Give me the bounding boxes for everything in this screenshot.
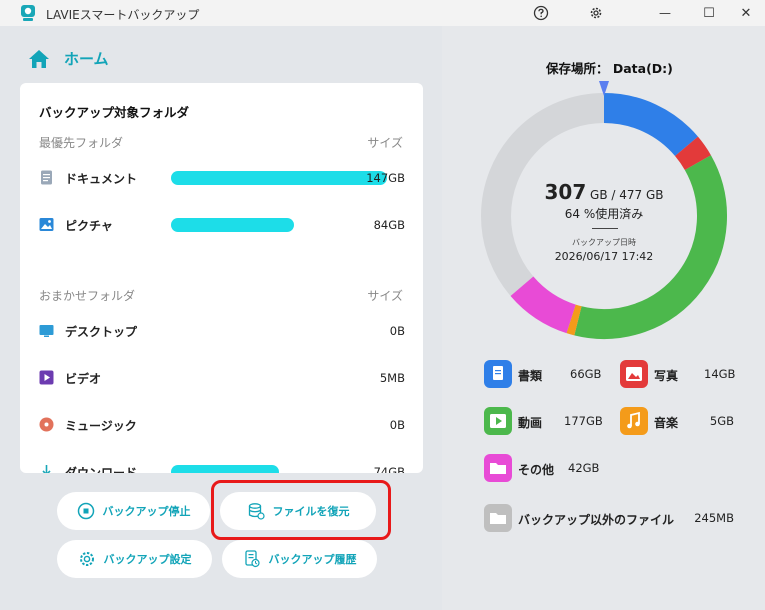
video-icon bbox=[484, 407, 512, 435]
minimize-button[interactable]: — bbox=[655, 3, 675, 23]
donut-segment-4 bbox=[510, 276, 577, 334]
music-folder-icon bbox=[39, 417, 54, 432]
legend-documents: 書類 66GB bbox=[484, 360, 604, 390]
folder-row-desktop[interactable]: デスクトップ 0B bbox=[39, 319, 405, 343]
used-percent: 64 %使用済み bbox=[564, 207, 644, 221]
help-button[interactable] bbox=[531, 3, 551, 23]
folder-size: 5MB bbox=[379, 371, 405, 385]
folder-name: ビデオ bbox=[65, 372, 102, 386]
home-icon bbox=[29, 49, 49, 68]
legend-name: 音楽 bbox=[654, 416, 679, 430]
music-note-icon bbox=[620, 407, 648, 435]
history-document-icon bbox=[244, 550, 260, 568]
picture-folder-icon bbox=[39, 218, 54, 231]
center-divider bbox=[592, 228, 618, 229]
desktop-folder-icon bbox=[39, 325, 54, 337]
maximize-button[interactable]: ☐ bbox=[699, 3, 719, 23]
last-backup-label: バックアップ日時 bbox=[572, 238, 636, 247]
question-circle-icon bbox=[533, 5, 549, 21]
folder-name: ミュージック bbox=[65, 419, 137, 433]
home-nav[interactable]: ホーム bbox=[28, 48, 109, 69]
legend-size: 14GB bbox=[704, 367, 736, 381]
folder-size: 0B bbox=[389, 324, 405, 338]
folder-icon bbox=[484, 454, 512, 482]
priority-size-header: サイズ bbox=[367, 136, 403, 150]
close-button[interactable]: ✕ bbox=[736, 3, 756, 23]
donut-segment-1 bbox=[674, 136, 711, 171]
photo-icon bbox=[620, 360, 648, 388]
backup-folders-card: バックアップ対象フォルダ 最優先フォルダ サイズ ドキュメント 147GB ピク… bbox=[20, 83, 423, 473]
gear-icon bbox=[79, 552, 94, 566]
folder-name: デスクトップ bbox=[65, 325, 138, 339]
backup-history-button[interactable]: バックアップ履歴 bbox=[222, 540, 377, 578]
folder-usage-bar bbox=[171, 465, 279, 473]
legend-photos: 写真 14GB bbox=[620, 360, 738, 390]
backup-settings-label: バックアップ設定 bbox=[103, 553, 192, 566]
location-label: 保存場所： bbox=[546, 61, 609, 76]
legend-size: 245MB bbox=[694, 511, 734, 525]
backup-settings-button[interactable]: バックアップ設定 bbox=[57, 540, 212, 578]
gear-icon bbox=[590, 7, 602, 19]
folder-row-pictures[interactable]: ピクチャ 84GB bbox=[39, 213, 405, 237]
legend-non-backup: バックアップ以外のファイル 245MB bbox=[484, 504, 738, 534]
card-title: バックアップ対象フォルダ bbox=[39, 105, 190, 120]
legend-size: 66GB bbox=[570, 367, 602, 381]
legend-name: 写真 bbox=[654, 369, 679, 383]
video-folder-icon bbox=[39, 370, 54, 385]
stop-backup-label: バックアップ停止 bbox=[102, 505, 191, 518]
home-label: ホーム bbox=[64, 50, 109, 68]
folder-usage-bar bbox=[171, 218, 295, 232]
used-total: GB / 477 GB bbox=[586, 188, 664, 202]
stop-backup-button[interactable]: バックアップ停止 bbox=[57, 492, 210, 530]
document-icon bbox=[484, 360, 512, 388]
folder-size: 74GB bbox=[373, 465, 405, 473]
legend-other: その他 42GB bbox=[484, 454, 604, 484]
folder-size: 147GB bbox=[366, 171, 405, 185]
storage-pane: 保存場所： Data(D:) 307 GB / 477 GB 64 %使用済み … bbox=[442, 26, 765, 610]
legend-name: 書類 bbox=[518, 369, 543, 383]
settings-button[interactable] bbox=[586, 3, 606, 23]
folder-size: 84GB bbox=[373, 218, 405, 232]
backup-history-label: バックアップ履歴 bbox=[268, 553, 357, 566]
window-title: LAVIEスマートバックアップ bbox=[46, 8, 200, 22]
download-folder-icon bbox=[42, 465, 51, 473]
legend-name: その他 bbox=[518, 463, 555, 477]
highlight-frame bbox=[211, 480, 391, 540]
folder-row-downloads[interactable]: ダウンロード 74GB bbox=[39, 460, 405, 473]
legend-name: 動画 bbox=[518, 416, 543, 430]
legend-videos: 動画 177GB bbox=[484, 407, 604, 437]
folder-row-video[interactable]: ビデオ 5MB bbox=[39, 366, 405, 390]
folder-row-documents[interactable]: ドキュメント 147GB bbox=[39, 166, 405, 190]
document-folder-icon bbox=[41, 170, 52, 185]
folder-size: 0B bbox=[389, 418, 405, 432]
storage-location: 保存場所： Data(D:) bbox=[546, 58, 673, 77]
folder-name: ドキュメント bbox=[65, 172, 138, 186]
legend-size: 5GB bbox=[709, 414, 734, 428]
folder-usage-bar bbox=[171, 171, 387, 185]
donut-segment-3 bbox=[566, 304, 582, 336]
legend-size: 177GB bbox=[564, 414, 603, 428]
last-backup-date: 2026/06/17 17:42 bbox=[554, 250, 654, 263]
used-capacity: 307 GB / 477 GB bbox=[504, 180, 704, 204]
legend-name: バックアップ以外のファイル bbox=[518, 513, 675, 527]
stop-icon bbox=[77, 502, 94, 520]
folder-row-music[interactable]: ミュージック 0B bbox=[39, 413, 405, 437]
auto-folders-label: おまかせフォルダ bbox=[39, 289, 136, 303]
app-logo-icon bbox=[21, 5, 35, 21]
used-value: 307 bbox=[544, 180, 587, 204]
location-value: Data(D:) bbox=[612, 61, 673, 76]
folder-name: ピクチャ bbox=[65, 219, 113, 233]
legend-size: 42GB bbox=[568, 461, 600, 475]
auto-size-header: サイズ bbox=[367, 289, 403, 303]
title-bar: LAVIEスマートバックアップ — ☐ ✕ bbox=[0, 0, 765, 26]
folder-icon bbox=[484, 504, 512, 532]
donut-segment-0 bbox=[603, 93, 698, 157]
priority-folders-label: 最優先フォルダ bbox=[39, 136, 124, 150]
folder-name: ダウンロード bbox=[65, 466, 138, 473]
legend-music: 音楽 5GB bbox=[620, 407, 738, 437]
